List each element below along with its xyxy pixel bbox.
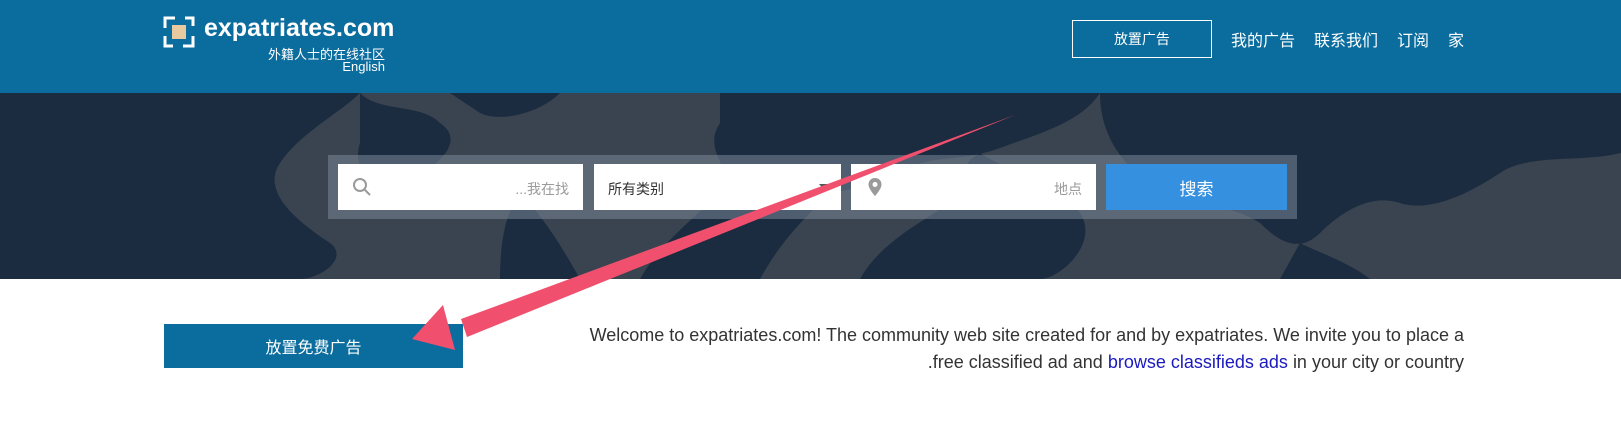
annotation-arrow (412, 115, 1015, 350)
